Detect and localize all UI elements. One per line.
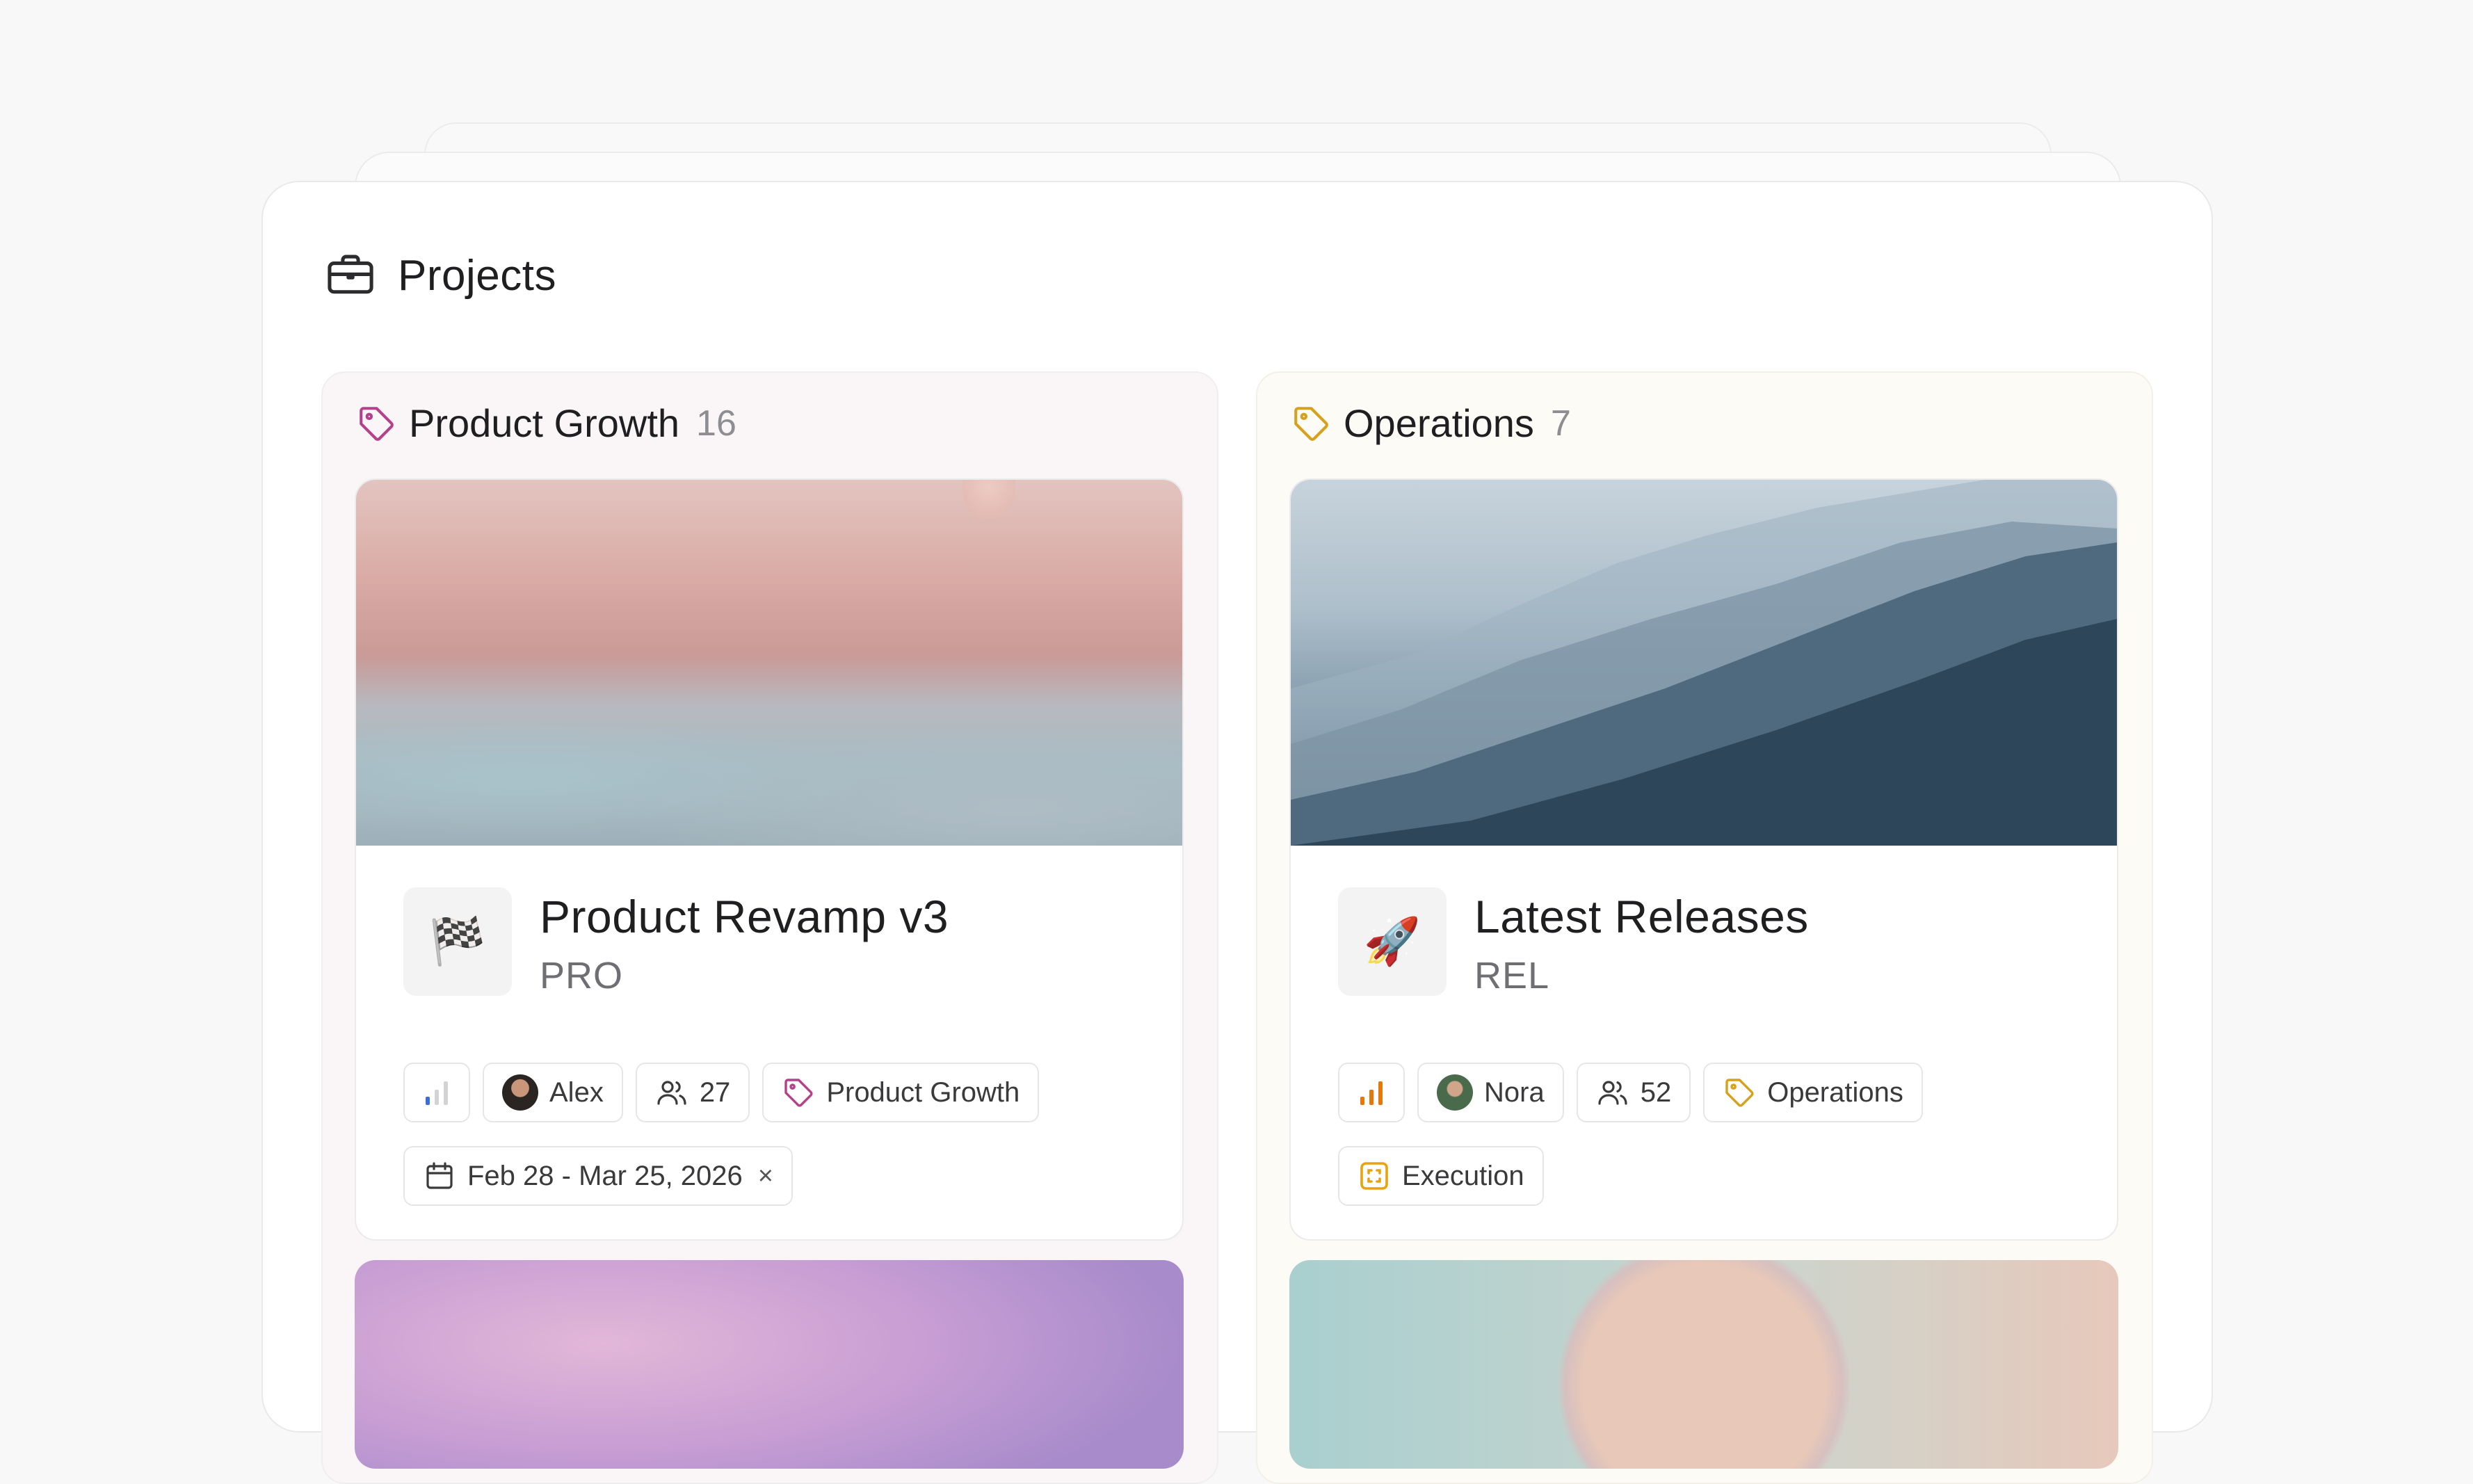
- panel-header: Projects: [324, 249, 556, 302]
- date-range-text: Feb 28 - Mar 25, 2026: [467, 1160, 743, 1191]
- project-emoji-icon[interactable]: 🏁: [403, 887, 512, 996]
- tag-icon: [1294, 406, 1328, 441]
- project-card-next[interactable]: [355, 1260, 1184, 1469]
- signal-low-icon: [426, 1081, 448, 1105]
- column-product-growth: Product Growth 16 🏁 Product Revamp v3 PR…: [321, 371, 1218, 1484]
- focus-frame-icon: [1360, 1162, 1388, 1190]
- column-title: Product Growth: [409, 401, 680, 445]
- project-card[interactable]: 🚀 Latest Releases REL Nora 52 Operations…: [1289, 478, 2118, 1241]
- project-title: Latest Releases: [1474, 891, 1809, 942]
- cover-sun: [962, 480, 1015, 519]
- column-operations: Operations 7 🚀 Latest Releases REL Nora …: [1256, 371, 2153, 1484]
- project-title: Product Revamp v3: [540, 891, 949, 942]
- tag-chip[interactable]: Operations: [1703, 1063, 1923, 1122]
- owner-name: Alex: [549, 1076, 604, 1108]
- members-chip[interactable]: 27: [635, 1063, 750, 1122]
- property-chips: Alex 27 Product Growth: [403, 1063, 1040, 1122]
- cover-image: [1291, 480, 2117, 846]
- projects-panel: Projects Product Growth 16 🏁 Product Rev…: [261, 181, 2213, 1484]
- project-card-next[interactable]: [1289, 1260, 2118, 1469]
- avatar: [502, 1074, 538, 1111]
- column-title: Operations: [1344, 401, 1534, 445]
- phase-chips: Execution: [1338, 1146, 1544, 1206]
- users-icon: [1598, 1081, 1627, 1105]
- tag-icon: [1725, 1079, 1754, 1107]
- project-code: PRO: [540, 955, 624, 997]
- date-chips: Feb 28 - Mar 25, 2026 ×: [403, 1146, 793, 1206]
- page-title: Projects: [398, 251, 556, 300]
- tag-label: Operations: [1767, 1076, 1903, 1108]
- cover-image: [356, 480, 1182, 846]
- users-icon: [657, 1081, 686, 1105]
- mountain-illustration: [1291, 480, 2117, 846]
- date-range-chip[interactable]: Feb 28 - Mar 25, 2026 ×: [403, 1146, 793, 1206]
- column-header[interactable]: Product Growth 16: [356, 401, 736, 446]
- owner-chip[interactable]: Nora: [1417, 1063, 1564, 1122]
- phase-chip[interactable]: Execution: [1338, 1146, 1544, 1206]
- signal-high-icon: [1360, 1081, 1383, 1105]
- avatar: [1437, 1074, 1473, 1111]
- owner-name: Nora: [1484, 1076, 1545, 1108]
- project-card[interactable]: 🏁 Product Revamp v3 PRO Alex 27 Product …: [355, 478, 1184, 1241]
- tag-icon: [784, 1079, 813, 1107]
- members-count: 27: [699, 1076, 731, 1108]
- priority-chip[interactable]: [403, 1063, 470, 1122]
- project-code: REL: [1474, 955, 1550, 997]
- priority-chip[interactable]: [1338, 1063, 1405, 1122]
- members-chip[interactable]: 52: [1576, 1063, 1691, 1122]
- clear-date-icon[interactable]: ×: [758, 1161, 773, 1191]
- calendar-icon: [426, 1162, 453, 1189]
- column-header[interactable]: Operations 7: [1291, 401, 1571, 446]
- owner-chip[interactable]: Alex: [483, 1063, 623, 1122]
- tag-icon: [360, 406, 394, 441]
- column-count: 16: [696, 403, 736, 444]
- briefcase-icon: [328, 255, 373, 294]
- tag-label: Product Growth: [826, 1076, 1020, 1108]
- phase-label: Execution: [1402, 1160, 1524, 1191]
- tag-chip[interactable]: Product Growth: [762, 1063, 1040, 1122]
- column-count: 7: [1550, 403, 1571, 444]
- members-count: 52: [1640, 1076, 1672, 1108]
- project-emoji-icon[interactable]: 🚀: [1338, 887, 1447, 996]
- property-chips: Nora 52 Operations: [1338, 1063, 1923, 1122]
